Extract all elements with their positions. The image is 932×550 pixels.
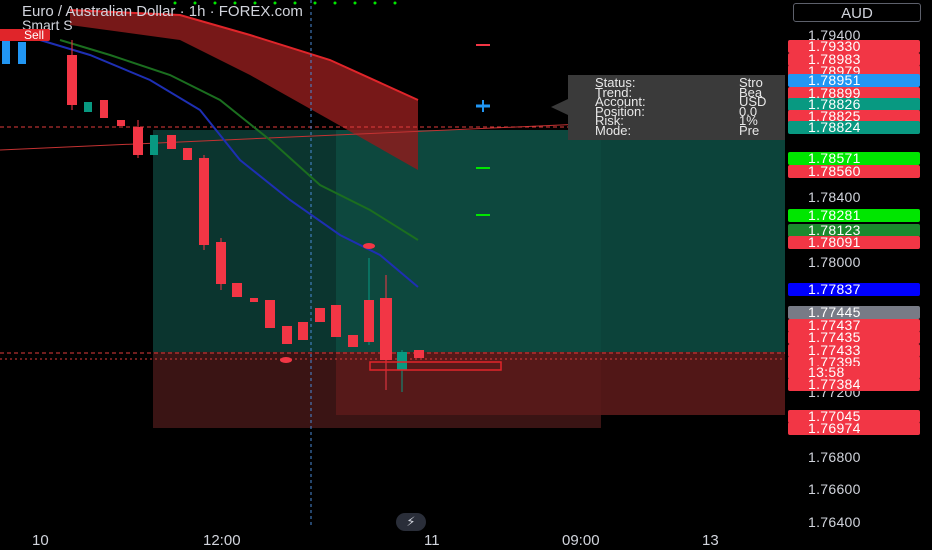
- take-profit-zone-right: [336, 130, 785, 352]
- price-label: 1.77837: [788, 282, 920, 296]
- time-tick: 12:00: [203, 532, 241, 549]
- currency-selector[interactable]: AUD: [793, 3, 921, 22]
- price-label: 1.77384: [788, 377, 920, 391]
- price-tick: 1.76600: [808, 481, 861, 497]
- price-label: 1.78824: [788, 120, 920, 134]
- lightning-icon[interactable]: ⚡: [396, 513, 426, 531]
- time-tick: 13: [702, 532, 719, 549]
- time-tick: 09:00: [562, 532, 600, 549]
- sell-signal-label: Sell: [0, 29, 50, 41]
- info-panel: Status: Stro Trend: Bea Account: USD Positi…: [568, 75, 785, 140]
- price-tick: 1.76400: [808, 514, 861, 530]
- price-label: 1.78091: [788, 235, 920, 249]
- price-tick: 1.78000: [808, 254, 861, 270]
- time-tick: 10: [32, 532, 49, 549]
- info-row: Mode: Pre: [595, 122, 760, 138]
- time-tick: 11: [424, 532, 440, 549]
- price-label: 1.76974: [788, 421, 920, 435]
- price-label: 1.78281: [788, 208, 920, 222]
- price-tick: 1.76800: [808, 449, 861, 465]
- chart-area[interactable]: Euro / Australian Dollar · 1h · FOREX.co…: [0, 0, 785, 528]
- info-panel-pointer: [551, 99, 568, 115]
- price-tick: 1.78400: [808, 189, 861, 205]
- price-label: 1.78560: [788, 164, 920, 178]
- time-axis[interactable]: [0, 528, 785, 550]
